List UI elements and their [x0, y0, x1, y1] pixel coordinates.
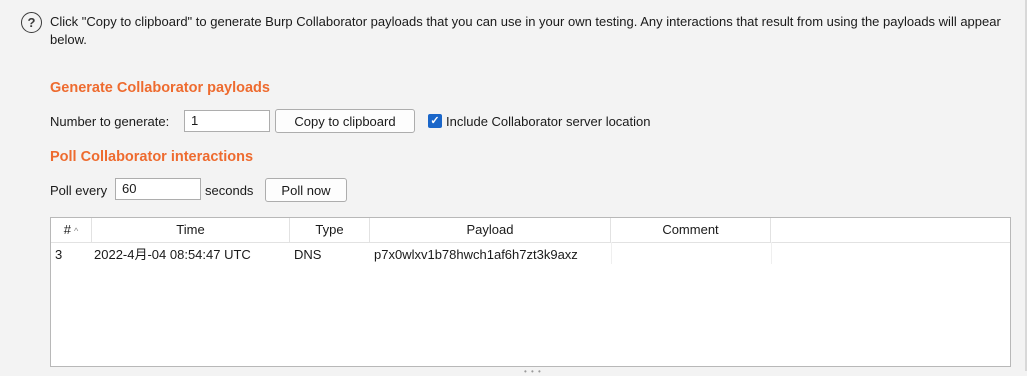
collaborator-client-panel: ? Click "Copy to clipboard" to generate … — [0, 0, 1027, 376]
number-to-generate-label: Number to generate: — [50, 114, 170, 129]
sort-ascending-icon: ^ — [74, 226, 79, 236]
resize-grip-icon[interactable]: • • • — [524, 367, 542, 376]
cell-time: 2022-4月-04 08:54:47 UTC — [94, 247, 251, 262]
column-header-number[interactable]: # ^ — [51, 218, 92, 242]
help-icon[interactable]: ? — [21, 12, 42, 33]
copy-to-clipboard-button[interactable]: Copy to clipboard — [275, 109, 415, 133]
column-header-payload[interactable]: Payload — [370, 218, 611, 242]
include-server-location-checkbox[interactable]: ✓ — [428, 114, 442, 128]
poll-now-button[interactable]: Poll now — [265, 178, 347, 202]
intro-text: Click "Copy to clipboard" to generate Bu… — [50, 14, 1001, 47]
include-server-location-label: Include Collaborator server location — [446, 114, 651, 129]
column-header-comment[interactable]: Comment — [611, 218, 771, 242]
column-header-time[interactable]: Time — [92, 218, 290, 242]
poll-every-label: Poll every — [50, 183, 108, 198]
table-header: # ^ Time Type Payload Comment — [51, 218, 1010, 243]
generate-section-title: Generate Collaborator payloads — [50, 80, 270, 96]
cell-payload: p7x0wlxv1b78hwch1af6h7zt3k9axz — [374, 247, 578, 262]
number-to-generate-input[interactable]: 1 — [184, 110, 270, 132]
poll-section-title: Poll Collaborator interactions — [50, 149, 254, 165]
seconds-label: seconds — [205, 183, 254, 198]
column-header-type[interactable]: Type — [290, 218, 370, 242]
interactions-table: # ^ Time Type Payload Comment 3 2022-4月-0… — [50, 217, 1011, 367]
cell-type: DNS — [294, 247, 322, 262]
column-divider — [611, 242, 612, 264]
cell-number: 3 — [55, 247, 63, 262]
column-divider — [771, 242, 772, 264]
poll-interval-input[interactable]: 60 — [115, 178, 201, 200]
